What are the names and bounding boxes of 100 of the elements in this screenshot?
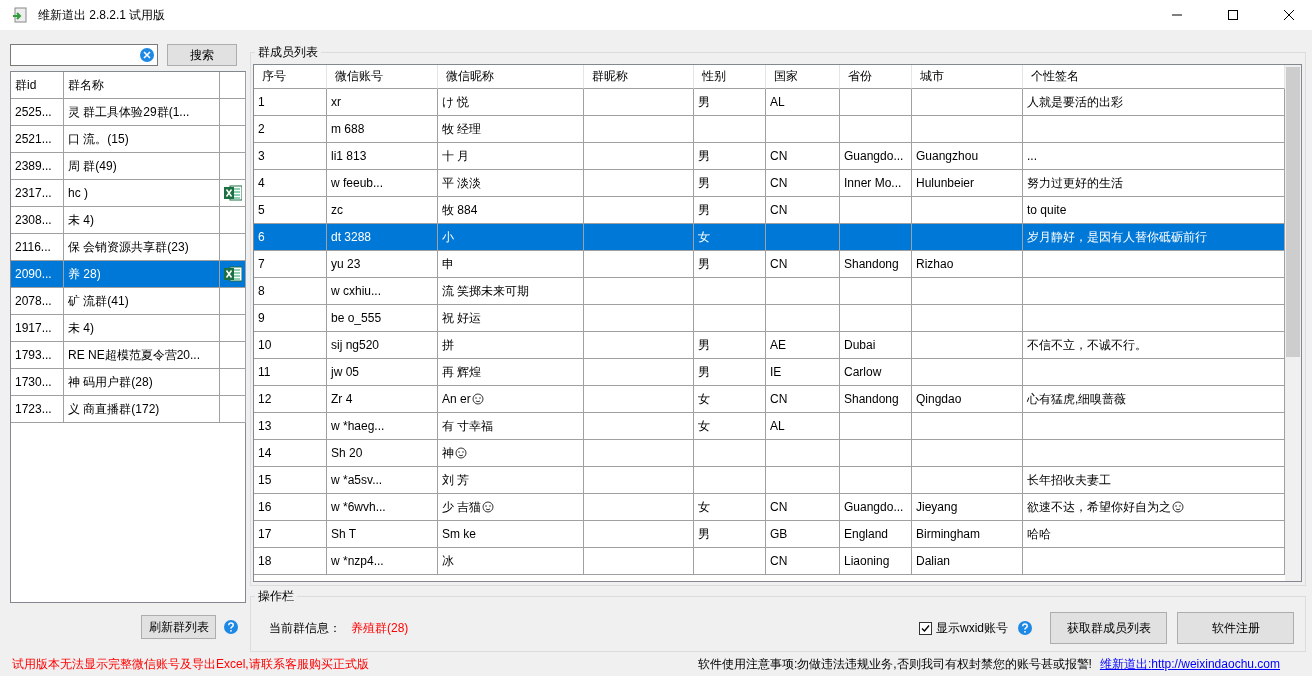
table-cell: 周 群(49) (64, 153, 220, 180)
table-cell: 9 (258, 311, 265, 325)
group-row[interactable]: 2317... hc ) (11, 180, 245, 207)
table-cell: 养 28) (64, 261, 220, 288)
table-cell: 岁月静好，是因有人替你砥砺前行 (1027, 228, 1207, 246)
table-cell: yu 23 (331, 257, 361, 271)
member-row[interactable]: 1 xr け 悦 男 AL 人就是要活的出彩 (254, 89, 1285, 116)
table-cell: 申 (442, 255, 454, 273)
group-row[interactable]: 1723... 义 商直播群(172) (11, 396, 245, 423)
member-row[interactable]: 6 dt 3288 小 女 岁月静好，是因有人替你砥砺前行 (254, 224, 1285, 251)
table-cell: 6 (258, 230, 265, 244)
scrollbar[interactable] (1285, 65, 1301, 581)
action-button[interactable]: 软件注册 (1177, 612, 1294, 644)
table-cell: Guangzhou (916, 149, 979, 163)
window-title: 维新道出 2.8.2.1 试用版 (38, 6, 167, 24)
table-cell: 女 (698, 417, 710, 435)
refresh-button[interactable]: 刷新群列表 (141, 615, 216, 639)
member-row[interactable]: 9 be o_555 祝 好运 (254, 305, 1285, 332)
table-cell: 2525... (11, 99, 64, 126)
member-row[interactable]: 4 w feeub... 平 淡淡 男 CN Inner Mo... Hulunbeier 努力过更好的生活 (254, 170, 1285, 197)
table-cell: Jieyang (916, 500, 958, 514)
help-icon[interactable] (224, 620, 238, 634)
table-cell: Zr 4 (331, 392, 353, 406)
table-cell: 3 (258, 149, 265, 163)
table-cell: 流 笑掷未来可期 (442, 282, 530, 300)
table-cell: 祝 好运 (442, 309, 482, 327)
panel-legend: 群成员列表 (255, 44, 321, 61)
table-cell: 2317... (11, 180, 64, 207)
table-cell: AL (770, 95, 785, 109)
group-row[interactable]: 2308... 未 4) (11, 207, 245, 234)
table-cell: IE (770, 365, 782, 379)
clear-icon[interactable] (140, 48, 154, 62)
group-row[interactable]: 2521... 口 流。(15) (11, 126, 245, 153)
member-row[interactable]: 16 w *6wvh... 少 吉猫 女 CN Guangdo... Jieyang 欲速不达，希望你好自为之 (254, 494, 1285, 521)
member-row[interactable]: 14 Sh 20 神 (254, 440, 1285, 467)
table-cell: 11 (258, 365, 271, 379)
help-icon[interactable] (1018, 621, 1032, 635)
member-row[interactable]: 8 w cxhiu... 流 笑掷未来可期 (254, 278, 1285, 305)
table-cell: 2078... (11, 288, 64, 315)
wxid-checkbox[interactable]: 显示wxid账号 (919, 619, 1008, 637)
member-row[interactable]: 5 zc 牧 884 男 CN to quite (254, 197, 1285, 224)
table-cell: CN (770, 203, 788, 217)
table-cell: 心有猛虎,细嗅蔷薇 (1027, 390, 1127, 408)
table-cell: 1723... (11, 396, 64, 423)
table-cell: 不信不立，不诚不行。 (1027, 336, 1147, 354)
member-row[interactable]: 13 w *haeg... 有 寸幸福 女 AL (254, 413, 1285, 440)
member-row[interactable]: 17 Sh T Sm ke 男 GB England Birmingham 哈哈 (254, 521, 1285, 548)
table-cell: Guangdo... (844, 149, 904, 163)
table-cell: Sh T (331, 527, 357, 541)
member-row[interactable]: 18 w *nzp4... 冰 CN Liaoning Dalian (254, 548, 1285, 575)
member-row[interactable]: 12 Zr 4 An er 女 CN Shandong Qingdao 心有猛虎,细嗅蔷薇 (254, 386, 1285, 413)
spreadsheet-icon[interactable] (223, 266, 242, 282)
table-cell: 欲速不达，希望你好自为之 (1027, 498, 1171, 516)
member-row[interactable]: 2 m 688 牧 经理 (254, 116, 1285, 143)
table-cell: sij ng520 (331, 338, 380, 352)
action-button[interactable]: 获取群成员列表 (1050, 612, 1167, 644)
group-row[interactable]: 1793... RE NE超模范夏令营20... (11, 342, 245, 369)
panel-legend: 操作栏 (255, 588, 297, 605)
search-field[interactable] (10, 44, 158, 66)
table-cell: be o_555 (331, 311, 382, 325)
table-cell: 刘 芳 (442, 471, 470, 489)
table-cell: 牧 经理 (442, 120, 482, 138)
table-cell: w *haeg... (331, 419, 385, 433)
check-icon[interactable] (921, 623, 930, 633)
member-row[interactable]: 3 li1 813 十 月 男 CN Guangdo... Guangzhou ... (254, 143, 1285, 170)
table-cell: 12 (258, 392, 272, 406)
group-row[interactable]: 2078... 矿 流群(41) (11, 288, 245, 315)
table-cell: 7 (258, 257, 265, 271)
table-cell: 矿 流群(41) (64, 288, 220, 315)
group-row[interactable]: 2525... 灵 群工具体验29群(1... (11, 99, 245, 126)
group-row[interactable]: 2090... 养 28) (11, 261, 245, 288)
spreadsheet-icon[interactable] (223, 185, 242, 201)
table-cell: w cxhiu... (331, 284, 381, 298)
table-cell: 1730... (11, 369, 64, 396)
search-button[interactable]: 搜索 (167, 44, 237, 66)
member-row[interactable]: 7 yu 23 申 男 CN Shandong Rizhao (254, 251, 1285, 278)
group-row[interactable]: 2389... 周 群(49) (11, 153, 245, 180)
website-link[interactable]: 维新道出:http://weixindaochu.com (1099, 655, 1280, 673)
table-cell: 4 (258, 176, 265, 190)
maximize-icon[interactable] (1228, 10, 1238, 20)
table-cell: Inner Mo... (844, 176, 902, 190)
table-cell: dt 3288 (331, 230, 372, 244)
group-row[interactable]: 1730... 神 码用户群(28) (11, 369, 245, 396)
table-cell: England (844, 527, 889, 541)
table-cell: Sm ke (442, 527, 476, 541)
table-cell: w *a5sv... (331, 473, 383, 487)
member-row[interactable]: 11 jw 05 再 辉煌 男 IE Carlow (254, 359, 1285, 386)
table-cell: 神 码用户群(28) (64, 369, 220, 396)
table-cell: w feeub... (331, 176, 384, 190)
table-cell: Shandong (844, 257, 899, 271)
table-cell: 男 (698, 147, 710, 165)
app-icon (12, 7, 28, 23)
group-row[interactable]: 1917... 未 4) (11, 315, 245, 342)
table-cell: An er (442, 392, 471, 406)
close-icon[interactable] (1284, 10, 1294, 20)
member-row[interactable]: 10 sij ng520 拼 男 AE Dubai 不信不立，不诚不行。 (254, 332, 1285, 359)
table-cell: 平 淡淡 (442, 174, 482, 192)
table-cell: 拼 (442, 336, 454, 354)
table-cell: 女 (698, 228, 710, 246)
member-row[interactable]: 15 w *a5sv... 刘 芳 长年招收夫妻工 (254, 467, 1285, 494)
